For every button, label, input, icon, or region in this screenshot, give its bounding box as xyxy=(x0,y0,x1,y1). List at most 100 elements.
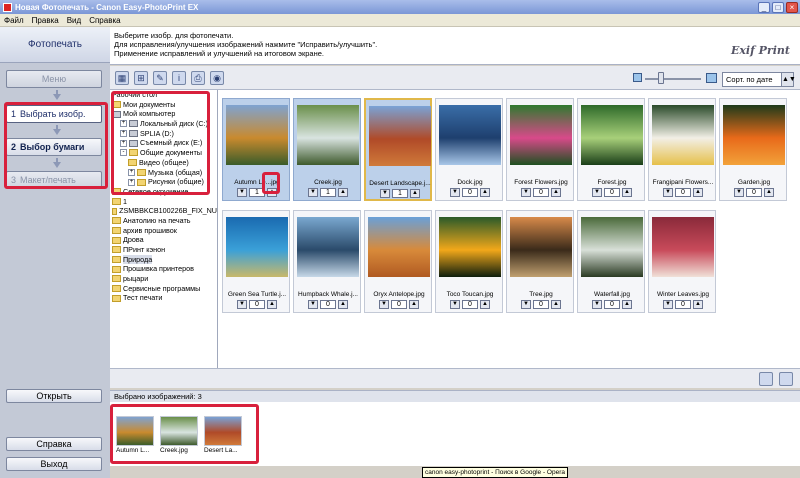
web-icon[interactable]: ◉ xyxy=(210,70,224,85)
zoom-in-icon[interactable] xyxy=(706,73,717,83)
increment-icon[interactable]: ▲ xyxy=(410,188,420,198)
image-thumbnail[interactable]: Creek.jpg ▼ 1 ▲ xyxy=(293,98,361,201)
copies-count[interactable]: 1 xyxy=(392,188,408,198)
menu-file[interactable]: Файл xyxy=(4,16,24,25)
copies-count[interactable]: 0 xyxy=(675,299,691,309)
close-button[interactable]: × xyxy=(786,1,798,13)
image-thumbnail[interactable]: Green Sea Turtle.j... ▼ 0 ▲ xyxy=(222,210,290,313)
decrement-icon[interactable]: ▼ xyxy=(450,187,460,197)
image-thumbnail[interactable]: Dock.jpg ▼ 0 ▲ xyxy=(435,98,503,201)
dropdown-arrow-icon[interactable]: ▲▼ xyxy=(781,73,796,86)
image-thumbnail[interactable]: Garden.jpg ▼ 0 ▲ xyxy=(719,98,787,201)
zoom-out-icon[interactable] xyxy=(633,73,642,82)
zoom-slider-thumb[interactable] xyxy=(658,72,664,84)
decrement-icon[interactable]: ▼ xyxy=(237,187,247,197)
image-thumbnail[interactable]: Humpback Whale.j... ▼ 0 ▲ xyxy=(293,210,361,313)
instruction-line: Для исправления/улучшения изображений на… xyxy=(114,40,378,49)
tree-item[interactable]: архив прошивок xyxy=(110,226,217,236)
image-thumbnail[interactable]: Desert Landscape.j... ▼ 1 ▲ xyxy=(364,98,432,201)
increment-icon[interactable]: ▲ xyxy=(693,299,703,309)
increment-icon[interactable]: ▲ xyxy=(693,187,703,197)
decrement-icon[interactable]: ▼ xyxy=(663,187,673,197)
increment-icon[interactable]: ▲ xyxy=(764,187,774,197)
open-button[interactable]: Открыть xyxy=(6,389,102,403)
tree-item[interactable]: Анатолию на печать xyxy=(110,216,217,226)
tree-item[interactable]: Сервисные программы xyxy=(110,284,217,294)
decrement-icon[interactable]: ▼ xyxy=(521,299,531,309)
thumbnail-filename: Winter Leaves.jpg xyxy=(656,291,710,298)
decrement-icon[interactable]: ▼ xyxy=(308,299,318,309)
info-icon[interactable]: i xyxy=(172,70,186,85)
select-all-icon[interactable]: ▦ xyxy=(115,70,129,85)
menu-help[interactable]: Справка xyxy=(89,16,120,25)
copies-count[interactable]: 0 xyxy=(746,187,762,197)
increment-icon[interactable]: ▲ xyxy=(551,187,561,197)
tree-item[interactable]: Природа xyxy=(110,254,217,265)
zoom-slider-track[interactable] xyxy=(645,78,701,80)
photo-image xyxy=(369,106,431,166)
panel-title: Фотопечать xyxy=(0,27,110,63)
tree-item[interactable]: Дрова xyxy=(110,235,217,245)
correct-enhance-icon[interactable]: ✎ xyxy=(153,70,167,85)
copies-count[interactable]: 0 xyxy=(391,299,407,309)
image-thumbnail[interactable]: Toco Toucan.jpg ▼ 0 ▲ xyxy=(435,210,503,313)
tree-item[interactable]: ZSMBBKCB100226B_FIX_NU xyxy=(110,206,217,216)
decrement-icon[interactable]: ▼ xyxy=(450,299,460,309)
menu-edit[interactable]: Правка xyxy=(32,16,59,25)
decrement-icon[interactable]: ▼ xyxy=(380,188,390,198)
remove-icon[interactable] xyxy=(759,372,773,386)
sort-dropdown[interactable]: Сорт. по дате ▲▼ xyxy=(722,72,796,87)
decrement-icon[interactable]: ▼ xyxy=(308,187,318,197)
copies-count[interactable]: 0 xyxy=(462,299,478,309)
help-button[interactable]: Справка xyxy=(6,437,102,451)
print-icon[interactable]: ⎙ xyxy=(191,70,205,85)
copies-count[interactable]: 0 xyxy=(462,187,478,197)
image-thumbnail[interactable]: Frangipani Flowers... ▼ 0 ▲ xyxy=(648,98,716,201)
image-thumbnail[interactable]: Forest Flowers.jpg ▼ 0 ▲ xyxy=(506,98,574,201)
copies-stepper: ▼ 0 ▲ xyxy=(521,299,561,309)
tree-item[interactable]: Тест печати xyxy=(110,293,217,303)
increment-icon[interactable]: ▲ xyxy=(551,299,561,309)
grid-view-icon[interactable]: ⊞ xyxy=(134,70,148,85)
maximize-button[interactable]: □ xyxy=(772,1,784,13)
copies-count[interactable]: 0 xyxy=(604,299,620,309)
image-thumbnail[interactable]: Oryx Antelope.jpg ▼ 0 ▲ xyxy=(364,210,432,313)
menu-button[interactable]: Меню xyxy=(6,70,102,88)
copies-count[interactable]: 0 xyxy=(249,299,265,309)
decrement-icon[interactable]: ▼ xyxy=(237,299,247,309)
minimize-button[interactable]: _ xyxy=(758,1,770,13)
increment-icon[interactable]: ▲ xyxy=(338,187,348,197)
increment-icon[interactable]: ▲ xyxy=(622,299,632,309)
copies-count[interactable]: 0 xyxy=(533,299,549,309)
copies-stepper: ▼ 1 ▲ xyxy=(380,188,420,198)
menu-view[interactable]: Вид xyxy=(67,16,81,25)
increment-icon[interactable]: ▲ xyxy=(480,299,490,309)
exit-button[interactable]: Выход xyxy=(6,457,102,471)
tree-item[interactable]: рыцари xyxy=(110,274,217,284)
increment-icon[interactable]: ▲ xyxy=(409,299,419,309)
copies-count[interactable]: 0 xyxy=(320,299,336,309)
copies-count[interactable]: 1 xyxy=(320,187,336,197)
tree-item[interactable]: ПРинт кэнон xyxy=(110,245,217,255)
image-thumbnail[interactable]: Waterfall.jpg ▼ 0 ▲ xyxy=(577,210,645,313)
copy-icon[interactable] xyxy=(779,372,793,386)
tree-item[interactable]: 1 xyxy=(110,197,217,207)
copies-count[interactable]: 0 xyxy=(604,187,620,197)
increment-icon[interactable]: ▲ xyxy=(480,187,490,197)
increment-icon[interactable]: ▲ xyxy=(267,299,277,309)
decrement-icon[interactable]: ▼ xyxy=(663,299,673,309)
decrement-icon[interactable]: ▼ xyxy=(521,187,531,197)
image-thumbnail[interactable]: Tree.jpg ▼ 0 ▲ xyxy=(506,210,574,313)
image-thumbnail[interactable]: Winter Leaves.jpg ▼ 0 ▲ xyxy=(648,210,716,313)
decrement-icon[interactable]: ▼ xyxy=(379,299,389,309)
copies-count[interactable]: 0 xyxy=(675,187,691,197)
instruction-line: Выберите изобр. для фотопечати. xyxy=(114,31,234,40)
increment-icon[interactable]: ▲ xyxy=(622,187,632,197)
decrement-icon[interactable]: ▼ xyxy=(592,299,602,309)
increment-icon[interactable]: ▲ xyxy=(338,299,348,309)
image-thumbnail[interactable]: Forest.jpg ▼ 0 ▲ xyxy=(577,98,645,201)
decrement-icon[interactable]: ▼ xyxy=(734,187,744,197)
tree-item[interactable]: Прошивка принтеров xyxy=(110,264,217,274)
copies-count[interactable]: 0 xyxy=(533,187,549,197)
decrement-icon[interactable]: ▼ xyxy=(592,187,602,197)
